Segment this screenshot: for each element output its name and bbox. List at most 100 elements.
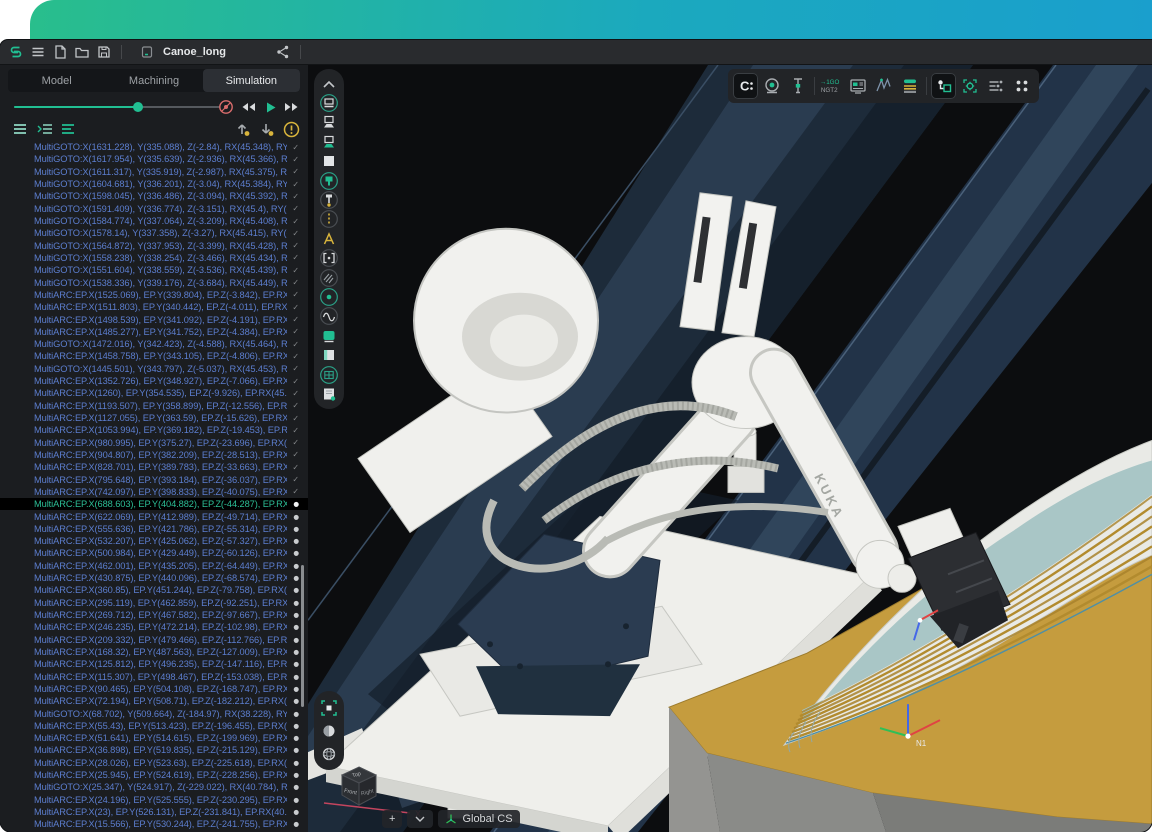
- operation-row[interactable]: MultiARC:EP.X(828.701), EP.Y(389.783), E…: [0, 461, 308, 473]
- operation-row[interactable]: MultiGOTO:X(1584.774), Y(337.064), Z(-3.…: [0, 215, 308, 227]
- operation-row[interactable]: MultiARC:EP.X(462.001), EP.Y(435.205), E…: [0, 560, 308, 572]
- operation-row[interactable]: MultiARC:EP.X(1458.758), EP.Y(343.105), …: [0, 350, 308, 362]
- menu-icon[interactable]: [27, 41, 49, 63]
- collapse-chevron-icon[interactable]: [314, 74, 344, 93]
- operation-row[interactable]: MultiARC:EP.X(904.807), EP.Y(382.209), E…: [0, 449, 308, 461]
- operation-row[interactable]: MultiARC:EP.X(28.026), EP.Y(523.63), EP.…: [0, 757, 308, 769]
- operation-row[interactable]: MultiARC:EP.X(688.603), EP.Y(404.882), E…: [0, 498, 308, 510]
- operation-row[interactable]: MultiARC:EP.X(1193.507), EP.Y(358.899), …: [0, 400, 308, 412]
- warnings-icon[interactable]: [282, 121, 300, 137]
- play-icon[interactable]: [261, 98, 279, 116]
- operation-row[interactable]: MultiGOTO:X(1617.954), Y(335.639), Z(-2.…: [0, 153, 308, 165]
- tool-assembly-icon[interactable]: [314, 171, 344, 190]
- operation-row[interactable]: MultiGOTO:X(1445.501), Y(343.797), Z(-5.…: [0, 363, 308, 375]
- operation-row[interactable]: MultiARC:EP.X(980.995), EP.Y(375.27), EP…: [0, 437, 308, 449]
- tool-tip-icon[interactable]: [314, 190, 344, 209]
- stock-layers-icon[interactable]: [897, 73, 922, 99]
- operation-row[interactable]: MultiGOTO:X(1598.045), Y(336.486), Z(-3.…: [0, 190, 308, 202]
- operation-row[interactable]: MultiGOTO:X(1631.228), Y(335.088), Z(-2.…: [0, 141, 308, 153]
- operation-row[interactable]: MultiGOTO:X(1578.14), Y(337.358), Z(-3.2…: [0, 227, 308, 239]
- apps-grid-icon[interactable]: [1009, 73, 1034, 99]
- gcode-program-icon[interactable]: →1GONGT2: [819, 73, 844, 99]
- operation-row[interactable]: MultiARC:EP.X(532.207), EP.Y(425.062), E…: [0, 535, 308, 547]
- list-compact-icon[interactable]: [60, 121, 78, 137]
- share-icon[interactable]: [272, 41, 294, 63]
- move-down-icon[interactable]: [258, 121, 276, 137]
- grid-table-icon[interactable]: [314, 365, 344, 384]
- operation-row[interactable]: MultiGOTO:X(68.702), Y(509.664), Z(-184.…: [0, 707, 308, 719]
- add-view-button[interactable]: +: [382, 810, 402, 828]
- operation-row[interactable]: MultiGOTO:X(1604.681), Y(336.201), Z(-3.…: [0, 178, 308, 190]
- display-options-icon[interactable]: [983, 73, 1008, 99]
- positioner-icon[interactable]: [314, 113, 344, 132]
- operation-row[interactable]: MultiARC:EP.X(72.194), EP.Y(508.71), EP.…: [0, 695, 308, 707]
- workpiece-frame-icon[interactable]: [314, 249, 344, 268]
- operation-row[interactable]: MultiGOTO:X(1472.016), Y(342.423), Z(-4.…: [0, 338, 308, 350]
- operation-row[interactable]: MultiARC:EP.X(795.648), EP.Y(393.184), E…: [0, 473, 308, 485]
- timeline-slider[interactable]: [14, 95, 220, 119]
- operation-row[interactable]: MultiARC:EP.X(555.636), EP.Y(421.786), E…: [0, 523, 308, 535]
- operation-row[interactable]: MultiARC:EP.X(51.641), EP.Y(514.615), EP…: [0, 732, 308, 744]
- mesh-section-icon[interactable]: [314, 268, 344, 287]
- operation-row[interactable]: MultiARC:EP.X(168.32), EP.Y(487.563), EP…: [0, 646, 308, 658]
- operation-row[interactable]: MultiARC:EP.X(1498.539), EP.Y(341.092), …: [0, 313, 308, 325]
- operation-row[interactable]: MultiARC:EP.X(1525.069), EP.Y(339.804), …: [0, 289, 308, 301]
- fixture-clamp-icon[interactable]: [314, 229, 344, 248]
- machine-cell-icon[interactable]: [314, 93, 344, 112]
- operation-row[interactable]: MultiARC:EP.X(360.85), EP.Y(451.244), EP…: [0, 584, 308, 596]
- operation-row[interactable]: MultiARC:EP.X(55.43), EP.Y(513.423), EP.…: [0, 720, 308, 732]
- operation-row[interactable]: MultiGOTO:X(1551.604), Y(338.559), Z(-3.…: [0, 264, 308, 276]
- operation-row[interactable]: MultiARC:EP.X(15.566), EP.Y(530.244), EP…: [0, 818, 308, 830]
- gear-settings-icon[interactable]: [957, 73, 982, 99]
- operation-row[interactable]: MultiARC:EP.X(36.898), EP.Y(519.835), EP…: [0, 744, 308, 756]
- view-dropdown-button[interactable]: [407, 810, 433, 828]
- trace-point-icon[interactable]: [314, 287, 344, 306]
- spindle-unit-icon[interactable]: [314, 132, 344, 151]
- operation-row[interactable]: MultiARC:EP.X(1127.055), EP.Y(363.59), E…: [0, 412, 308, 424]
- fast-forward-icon[interactable]: [283, 98, 301, 116]
- wireframe-analysis-icon[interactable]: [871, 73, 896, 99]
- coordinate-system-selector[interactable]: Global CS: [438, 810, 519, 828]
- operation-row[interactable]: MultiARC:EP.X(742.097), EP.Y(398.833), E…: [0, 486, 308, 498]
- operation-row[interactable]: MultiARC:EP.X(1260), EP.Y(354.535), EP.Z…: [0, 387, 308, 399]
- orbit-view-icon[interactable]: [314, 742, 344, 765]
- pan-view-icon[interactable]: [314, 719, 344, 742]
- operation-row[interactable]: MultiARC:EP.X(269.712), EP.Y(467.582), E…: [0, 609, 308, 621]
- operation-row[interactable]: MultiARC:EP.X(1053.994), EP.Y(369.182), …: [0, 424, 308, 436]
- operation-row[interactable]: MultiGOTO:X(25.347), Y(524.917), Z(-229.…: [0, 781, 308, 793]
- new-file-icon[interactable]: [49, 41, 71, 63]
- operation-row[interactable]: MultiARC:EP.X(115.307), EP.Y(498.467), E…: [0, 670, 308, 682]
- operation-row[interactable]: MultiARC:EP.X(295.119), EP.Y(462.859), E…: [0, 597, 308, 609]
- trace-curve-icon[interactable]: [314, 307, 344, 326]
- operation-row[interactable]: MultiGOTO:X(1564.872), Y(337.953), Z(-3.…: [0, 240, 308, 252]
- document-tab[interactable]: Canoe_long: [128, 42, 234, 62]
- tab-simulation[interactable]: Simulation: [203, 69, 300, 92]
- operation-row[interactable]: MultiGOTO:X(1611.317), Y(335.919), Z(-2.…: [0, 166, 308, 178]
- measure-caliper-icon[interactable]: [785, 73, 810, 99]
- operation-row[interactable]: MultiARC:EP.X(125.812), EP.Y(496.235), E…: [0, 658, 308, 670]
- list-tree-icon[interactable]: [36, 121, 54, 137]
- toolpath-thread-icon[interactable]: [314, 210, 344, 229]
- stock-solid-icon[interactable]: [314, 326, 344, 345]
- tab-machining[interactable]: Machining: [105, 69, 202, 92]
- stock-book-icon[interactable]: [314, 345, 344, 364]
- rewind-icon[interactable]: [239, 98, 257, 116]
- operation-row[interactable]: MultiARC:EP.X(500.984), EP.Y(429.449), E…: [0, 547, 308, 559]
- collision-control-icon[interactable]: C: [733, 73, 758, 99]
- panel-scrollbar[interactable]: [301, 565, 304, 707]
- operation-row[interactable]: MultiARC:EP.X(25.945), EP.Y(524.619), EP…: [0, 769, 308, 781]
- operation-row[interactable]: MultiARC:EP.X(246.235), EP.Y(472.214), E…: [0, 621, 308, 633]
- operation-row[interactable]: MultiARC:EP.X(24.196), EP.Y(525.555), EP…: [0, 794, 308, 806]
- robot-pose-icon[interactable]: [931, 73, 956, 99]
- operation-row[interactable]: MultiGOTO:X(1558.238), Y(338.254), Z(-3.…: [0, 252, 308, 264]
- fit-view-icon[interactable]: [314, 696, 344, 719]
- move-up-icon[interactable]: [234, 121, 252, 137]
- app-logo-icon[interactable]: [5, 41, 27, 63]
- stock-box-icon[interactable]: [314, 152, 344, 171]
- slider-thumb[interactable]: [133, 102, 143, 112]
- open-folder-icon[interactable]: [71, 41, 93, 63]
- operation-row[interactable]: MultiARC:EP.X(622.069), EP.Y(412.989), E…: [0, 510, 308, 522]
- record-icon[interactable]: [217, 98, 235, 116]
- operation-row[interactable]: MultiARC:EP.X(1352.726), EP.Y(348.927), …: [0, 375, 308, 387]
- tab-model[interactable]: Model: [8, 69, 105, 92]
